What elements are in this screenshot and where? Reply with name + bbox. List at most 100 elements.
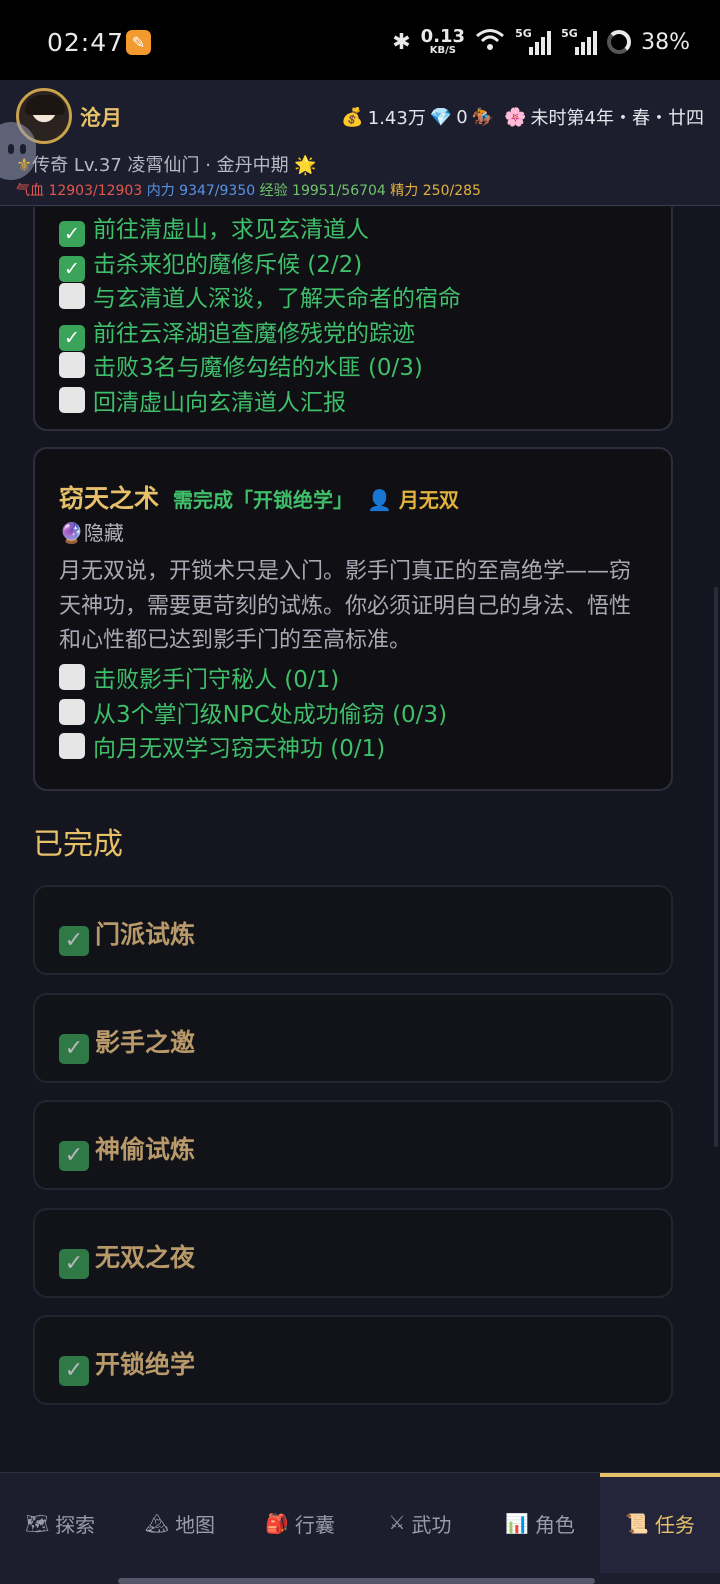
energy-value: 250/285	[422, 183, 481, 199]
checkbox-empty-icon	[59, 352, 85, 378]
quest-objective: ✓ 前往云泽湖追查魔修残党的踪迹	[59, 317, 461, 352]
objective-text: 回清虚山向玄清道人汇报	[93, 389, 346, 416]
signal-icon-1: 5G	[515, 27, 552, 55]
quest-objectives: ✓ 前往清虚山，求见玄清道人 ✓ 击杀来犯的魔修斥候 (2/2) 与玄清道人深谈，了解天…	[59, 213, 461, 420]
check-done-icon: ✓	[59, 324, 85, 351]
objective-text: 击杀来犯的魔修斥候 (2/2)	[93, 251, 363, 278]
check-done-icon: ✓	[59, 1356, 89, 1386]
objective-text: 向月无双学习窃天神功 (0/1)	[93, 736, 386, 762]
horse-rider-icon[interactable]: 🏇	[472, 107, 494, 128]
crystal-ball-icon: 🔮	[59, 521, 84, 545]
quest-description: 月无双说，开锁术只是入门。影手门真正的至高绝学——窃天神功，需要更苛刻的试炼。你…	[59, 559, 632, 653]
completed-quest-card[interactable]: ✓ 影手之邀	[33, 992, 673, 1083]
mp-label: 内力	[146, 183, 175, 199]
xp-value: 19951/56704	[292, 183, 386, 199]
network-speed: 0.13 KB/S	[420, 26, 466, 56]
quest-objective: 回清虚山向玄清道人汇报	[59, 386, 461, 421]
nav-item-backpack[interactable]: 🎒 行囊	[240, 1473, 360, 1573]
quest-list[interactable]: ✓ 前往清虚山，求见玄清道人 ✓ 击杀来犯的魔修斥候 (2/2) 与玄清道人深谈，了解天…	[0, 207, 720, 1472]
player-name: 沧月	[80, 106, 122, 130]
quest-objective: 从3个掌门级NPC处成功偷窃 (0/3)	[59, 698, 447, 733]
completed-section-title: 已完成	[33, 827, 123, 862]
player-header: 沧月 💰 1.43万 💎 0 🏇 🌸 未时第4年・春・廿四 ⚜传奇 Lv.37 …	[0, 80, 720, 206]
bottom-nav: 🗺 探索 🏔 地图 🎒 行囊 ⚔ 武功 📊 角色 📜 任务	[0, 1472, 720, 1584]
quest-objectives: 击败影手门守秘人 (0/1) 从3个掌门级NPC处成功偷窃 (0/3) 向月无双学习…	[59, 663, 447, 767]
rank-line: ⚜传奇 Lv.37 凌霄仙门 · 金丹中期 🌟	[16, 155, 317, 176]
quest-title: 窃天之术	[59, 484, 160, 513]
scroll-icon: 📜	[625, 1512, 649, 1535]
quest-title-row: 窃天之术 需完成「开锁绝学」 👤 月无双	[59, 479, 459, 515]
notification-app-icon: ✎	[126, 30, 151, 55]
battery-icon	[607, 30, 632, 54]
hp-value: 12903/12903	[48, 183, 143, 199]
checkbox-empty-icon	[59, 283, 85, 309]
objective-text: 击败影手门守秘人 (0/1)	[93, 667, 340, 693]
energy-label: 精力	[390, 183, 419, 199]
screen: 02:47 ✎ ✱ 0.13 KB/S 5G 5G 38% 沧月 💰 1.43万…	[0, 0, 720, 1584]
completed-quest-card[interactable]: ✓ 无双之夜	[33, 1207, 673, 1298]
check-done-icon: ✓	[59, 1033, 89, 1064]
checkbox-empty-icon	[59, 386, 85, 413]
completed-quest-label: ✓ 开锁绝学	[59, 1345, 195, 1386]
quest-npc: 👤 月无双	[367, 488, 459, 512]
quest-objective: ✓ 击杀来犯的魔修斥候 (2/2)	[59, 248, 461, 283]
quest-objective: ✓ 前往清虚山，求见玄清道人	[59, 213, 461, 248]
bluetooth-icon: ✱	[392, 29, 411, 55]
quest-card-steal-heaven[interactable]: 窃天之术 需完成「开锁绝学」 👤 月无双 🔮隐藏 月无双说，开锁术只是入门。影手…	[33, 447, 673, 791]
star-icon: 🌟	[294, 155, 317, 176]
resources-bar: 💰 1.43万 💎 0 🏇 🌸 未时第4年・春・廿四	[341, 104, 704, 130]
quest-requirement: 需完成「开锁绝学」	[173, 488, 354, 512]
objective-text: 从3个掌门级NPC处成功偷窃 (0/3)	[93, 701, 448, 728]
completed-quest-card[interactable]: ✓ 门派试炼	[33, 885, 673, 975]
completed-quest-card[interactable]: ✓ 开锁绝学	[33, 1315, 673, 1405]
nav-item-label: 地图	[175, 1512, 216, 1537]
completed-quest-title: 门派试炼	[95, 920, 196, 949]
mp-value: 9347/9350	[179, 183, 256, 199]
nav-item-crossed-swords[interactable]: ⚔ 武功	[360, 1473, 480, 1573]
battery-percent: 38%	[641, 29, 690, 55]
completed-quest-card[interactable]: ✓ 神偷试炼	[33, 1100, 673, 1190]
nav-item-scroll[interactable]: 📜 任务	[600, 1473, 720, 1573]
backpack-icon: 🎒	[265, 1512, 289, 1535]
completed-quest-label: ✓ 门派试炼	[59, 915, 195, 956]
status-bar: 02:47 ✎ ✱ 0.13 KB/S 5G 5G 38%	[0, 0, 720, 80]
gem-icon: 💎	[429, 106, 453, 128]
home-indicator[interactable]	[118, 1578, 595, 1584]
status-time: 02:47	[47, 28, 125, 57]
nav-item-label: 探索	[55, 1512, 96, 1537]
objective-text: 前往云泽湖追查魔修残党的踪迹	[93, 320, 415, 347]
quest-objective: 击败影手门守秘人 (0/1)	[59, 663, 447, 698]
money-bag-icon: 💰	[341, 106, 364, 128]
objective-text: 与玄清道人深谈，了解天命者的宿命	[93, 286, 461, 312]
map-picture-icon: 🗺	[24, 1512, 50, 1535]
quest-objective: 向月无双学习窃天神功 (0/1)	[59, 732, 447, 767]
nav-item-label: 行囊	[294, 1512, 335, 1537]
nav-item-label: 任务	[654, 1512, 695, 1537]
quest-card-current[interactable]: ✓ 前往清虚山，求见玄清道人 ✓ 击杀来犯的魔修斥候 (2/2) 与玄清道人深谈，了解天…	[33, 207, 673, 431]
scrollbar[interactable]	[714, 587, 718, 1147]
quest-objective: 击败3名与魔修勾结的水匪 (0/3)	[59, 351, 461, 386]
nav-item-bar-chart[interactable]: 📊 角色	[480, 1473, 600, 1573]
status-icons: ✱ 0.13 KB/S 5G 5G 38%	[392, 24, 690, 60]
completed-quest-label: ✓ 无双之夜	[59, 1238, 195, 1279]
check-done-icon: ✓	[59, 1248, 89, 1279]
check-done-icon: ✓	[59, 255, 85, 282]
stats-line: 气血 12903/12903 内力 9347/9350 经验 19951/567…	[16, 180, 481, 200]
game-date: 未时第4年・春・廿四	[530, 108, 704, 129]
person-icon: 👤	[367, 488, 392, 512]
cherry-blossom-icon: 🌸	[504, 106, 527, 128]
completed-quest-label: ✓ 影手之邀	[59, 1023, 195, 1064]
completed-quest-title: 神偷试炼	[95, 1135, 196, 1164]
gold-amount: 1.43万	[367, 108, 426, 129]
checkbox-empty-icon	[59, 733, 85, 759]
crossed-swords-icon: ⚔	[388, 1512, 406, 1534]
checkbox-empty-icon	[59, 698, 85, 725]
nav-item-label: 角色	[534, 1512, 575, 1537]
nav-item-map-picture[interactable]: 🗺 探索	[0, 1473, 120, 1573]
nav-item-label: 武功	[411, 1512, 452, 1537]
mountain-icon: 🏔	[144, 1512, 170, 1535]
wifi-icon	[475, 27, 505, 57]
completed-quest-title: 开锁绝学	[95, 1350, 196, 1379]
nav-item-mountain[interactable]: 🏔 地图	[120, 1473, 240, 1573]
completed-quest-title: 无双之夜	[95, 1242, 196, 1272]
